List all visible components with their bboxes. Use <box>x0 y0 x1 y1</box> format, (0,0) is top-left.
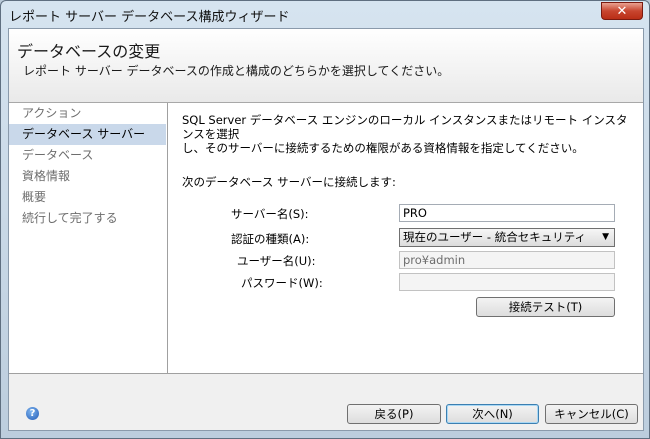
page-subtitle: レポート サーバー データベースの作成と構成のどちらかを選択してください。 <box>23 64 450 78</box>
page-title: データベースの変更 <box>17 42 161 61</box>
nav-item-progress-finish[interactable]: 続行して完了する <box>9 208 166 229</box>
chevron-down-icon: ▼ <box>602 232 609 242</box>
next-button[interactable]: 次へ(N) <box>446 404 539 424</box>
username-input[interactable]: pro¥admin <box>399 251 615 269</box>
description-line-1: SQL Server データベース エンジンのローカル インスタンスまたはリモー… <box>182 113 628 141</box>
password-label: パスワード(W): <box>241 276 323 290</box>
cancel-button[interactable]: キャンセル(C) <box>545 404 638 424</box>
help-icon[interactable]: ? <box>26 407 39 420</box>
auth-type-value: 現在のユーザー - 統合セキュリティ <box>403 230 587 244</box>
nav-item-action[interactable]: アクション <box>9 103 166 124</box>
description: SQL Server データベース エンジンのローカル インスタンスまたはリモー… <box>182 113 632 155</box>
server-name-input[interactable]: PRO <box>399 204 615 222</box>
footer-divider <box>9 373 643 374</box>
nav-item-database-server[interactable]: データベース サーバー <box>9 124 166 145</box>
wizard-steps-nav: アクション データベース サーバー データベース 資格情報 概要 続行して完了す… <box>9 103 168 373</box>
username-label: ユーザー名(U): <box>237 254 316 268</box>
auth-type-label: 認証の種類(A): <box>231 232 310 246</box>
connect-label: 次のデータベース サーバーに接続します: <box>182 175 396 189</box>
title-bar[interactable]: レポート サーバー データベース構成ウィザード ✕ <box>1 1 649 27</box>
wizard-client-area: データベースの変更 レポート サーバー データベースの作成と構成のどちらかを選択… <box>8 28 644 431</box>
server-name-label: サーバー名(S): <box>231 207 309 221</box>
nav-item-credentials[interactable]: 資格情報 <box>9 166 166 187</box>
back-button[interactable]: 戻る(P) <box>347 404 441 424</box>
page-header: データベースの変更 レポート サーバー データベースの作成と構成のどちらかを選択… <box>9 29 643 103</box>
content-panel: SQL Server データベース エンジンのローカル インスタンスまたはリモー… <box>168 103 643 373</box>
password-input[interactable] <box>399 273 615 291</box>
description-line-2: し、そのサーバーに接続するための権限がある資格情報を指定してください。 <box>182 141 584 155</box>
window-title: レポート サーバー データベース構成ウィザード <box>9 10 290 25</box>
nav-item-summary[interactable]: 概要 <box>9 187 166 208</box>
test-connection-button[interactable]: 接続テスト(T) <box>476 297 615 317</box>
close-button[interactable]: ✕ <box>601 2 643 20</box>
close-icon: ✕ <box>616 4 628 19</box>
nav-item-database[interactable]: データベース <box>9 145 166 166</box>
wizard-window: レポート サーバー データベース構成ウィザード ✕ データベースの変更 レポート… <box>0 0 650 439</box>
auth-type-select[interactable]: 現在のユーザー - 統合セキュリティ ▼ <box>399 228 615 247</box>
